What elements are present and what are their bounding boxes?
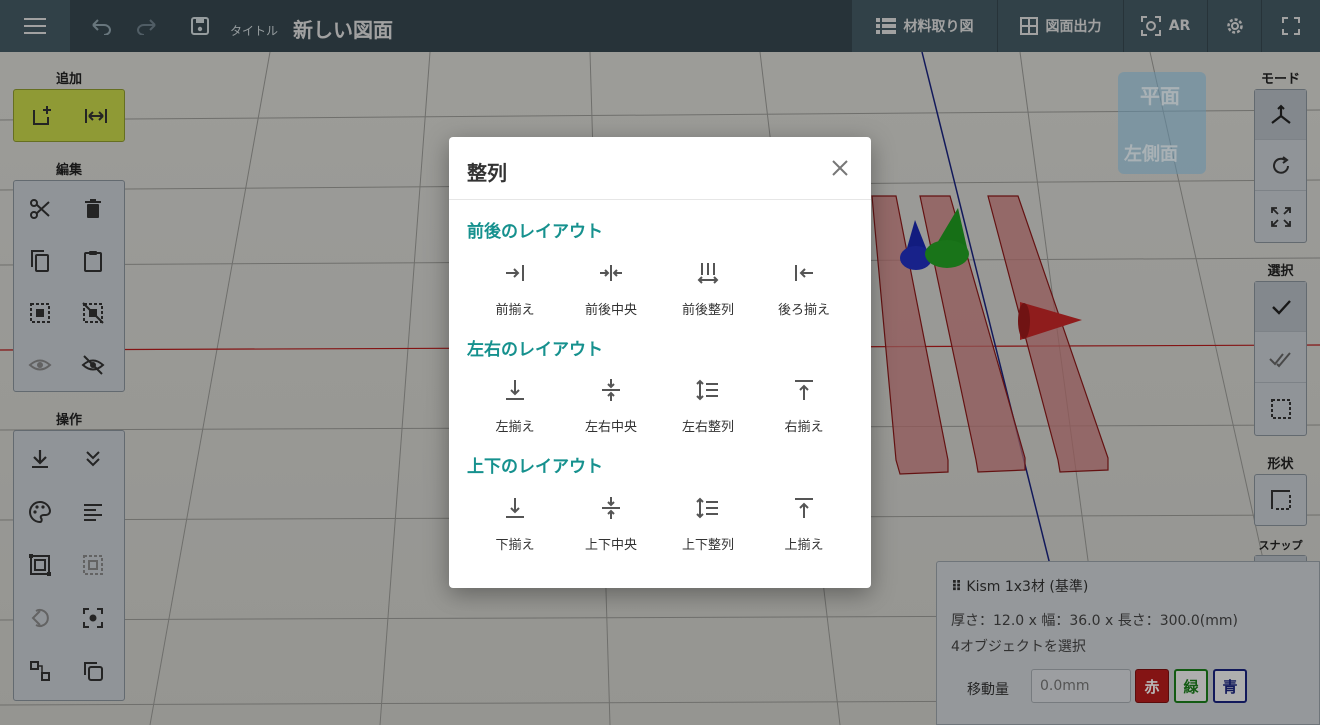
center-left-right-icon: [602, 379, 620, 401]
center-left-right-option[interactable]: 左右中央: [563, 378, 659, 454]
align-right-label: 右揃え: [784, 420, 824, 435]
center-top-bottom-icon: [602, 497, 620, 519]
center-left-right-label: 左右中央: [584, 420, 637, 435]
align-top-icon: [795, 498, 813, 518]
align-front-icon: [506, 265, 524, 281]
align-top-option[interactable]: 上揃え: [756, 496, 852, 572]
center-front-back-icon: [600, 265, 622, 281]
close-icon: [832, 160, 848, 176]
distribute-top-bottom-icon: [696, 497, 718, 519]
align-left-icon: [506, 380, 524, 400]
align-bottom-label: 下揃え: [495, 538, 535, 553]
dialog-header: 整列: [449, 137, 871, 200]
center-top-bottom-label: 上下中央: [584, 538, 637, 553]
distribute-front-back-label: 前後整列: [681, 303, 734, 318]
distribute-left-right-option[interactable]: 左右整列: [660, 378, 756, 454]
align-front-label: 前揃え: [495, 303, 535, 318]
align-bottom-option[interactable]: 下揃え: [467, 496, 563, 572]
top-bottom-section-title: 上下のレイアウト: [467, 457, 603, 477]
dialog-title: 整列: [467, 161, 507, 185]
align-top-label: 上揃え: [784, 538, 824, 553]
align-bottom-icon: [506, 498, 524, 518]
distribute-top-bottom-option[interactable]: 上下整列: [660, 496, 756, 572]
distribute-left-right-label: 左右整列: [681, 420, 734, 435]
align-left-label: 左揃え: [495, 420, 535, 435]
align-back-label: 後ろ揃え: [777, 303, 830, 318]
distribute-top-bottom-label: 上下整列: [681, 538, 734, 553]
align-back-icon: [795, 265, 813, 281]
center-front-back-option[interactable]: 前後中央: [563, 261, 659, 337]
align-right-icon: [795, 380, 813, 400]
center-top-bottom-option[interactable]: 上下中央: [563, 496, 659, 572]
align-left-option[interactable]: 左揃え: [467, 378, 563, 454]
close-button[interactable]: [827, 155, 853, 181]
center-front-back-label: 前後中央: [584, 303, 637, 318]
align-front-option[interactable]: 前揃え: [467, 261, 563, 337]
left-right-section-title: 左右のレイアウト: [467, 340, 603, 360]
distribute-front-back-option[interactable]: 前後整列: [660, 261, 756, 337]
align-right-option[interactable]: 右揃え: [756, 378, 852, 454]
distribute-left-right-icon: [696, 379, 718, 401]
align-back-option[interactable]: 後ろ揃え: [756, 261, 852, 337]
align-dialog: 整列 前後のレイアウト 前揃え 前後中央 前後整列 後ろ揃え 左右のレイアウト …: [449, 137, 871, 588]
distribute-front-back-icon: [697, 263, 719, 284]
front-back-section-title: 前後のレイアウト: [467, 222, 603, 242]
